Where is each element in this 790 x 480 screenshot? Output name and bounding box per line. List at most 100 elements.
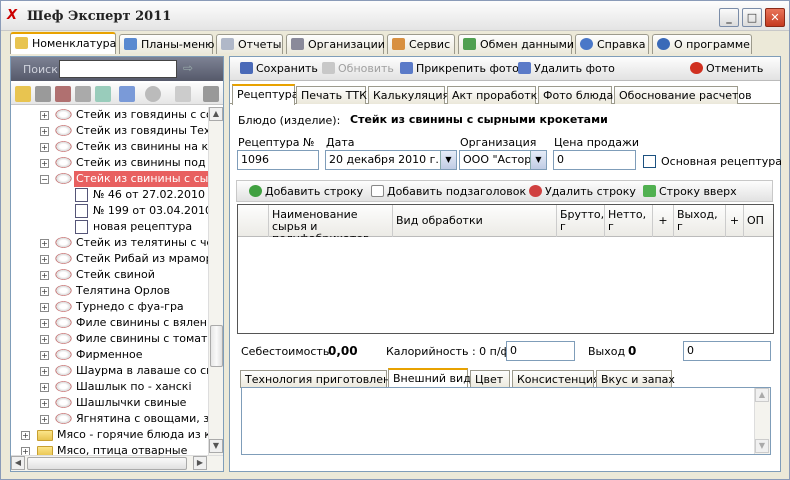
expand-icon[interactable]: + — [40, 287, 49, 296]
sale-price-label: Цена продажи — [554, 136, 640, 149]
collapse-icon[interactable]: − — [40, 175, 49, 184]
grid-col-plus-2[interactable]: + — [726, 205, 744, 237]
chevron-down-icon[interactable]: ▼ — [530, 151, 546, 169]
sale-price-field[interactable]: 0 — [553, 150, 636, 170]
chevron-down-icon[interactable]: ▼ — [440, 151, 456, 169]
tab-calculation-basis[interactable]: Обоснование расчетов — [614, 86, 752, 104]
row-up-button[interactable]: Строку вверх — [643, 185, 737, 198]
expand-icon[interactable]: + — [40, 127, 49, 136]
date-picker[interactable]: 20 декабря 2010 г. ▼ — [325, 150, 457, 170]
tab-about[interactable]: О программе — [652, 34, 752, 54]
scroll-thumb[interactable] — [210, 325, 223, 367]
expand-icon[interactable]: + — [40, 159, 49, 168]
search-go-icon[interactable]: ⇨ — [183, 61, 207, 77]
scroll-up-icon[interactable]: ▲ — [209, 107, 223, 121]
expand-icon[interactable]: + — [40, 367, 49, 376]
organization-select[interactable]: ООО "Астор" ▼ — [459, 150, 547, 170]
scroll-right-icon[interactable]: ▶ — [193, 456, 207, 470]
expand-icon[interactable]: + — [40, 383, 49, 392]
grid-col-plus-1[interactable]: + — [653, 205, 674, 237]
yield-field[interactable]: 0 — [683, 341, 771, 361]
settings-icon[interactable] — [75, 86, 91, 102]
dish-plate-icon — [55, 349, 72, 360]
tree-item-label: Стейк из свинины на кост — [76, 140, 208, 153]
copy-icon[interactable] — [95, 86, 111, 102]
tab-service[interactable]: Сервис — [387, 34, 455, 54]
recipe-number-field[interactable]: 1096 — [237, 150, 319, 170]
grid-col-yield[interactable]: Выход, г — [674, 205, 726, 237]
delete-row-button[interactable]: Удалить строку — [529, 185, 636, 198]
refresh-button[interactable]: Обновить — [322, 62, 394, 75]
grid-col-op[interactable]: ОП — [744, 205, 773, 237]
title-bar[interactable]: Х Шеф Эксперт 2011 _ □ ✕ — [1, 1, 789, 31]
tab-help[interactable]: Справка — [575, 34, 649, 54]
tab-reports[interactable]: Отчеты — [216, 34, 283, 54]
tree-horizontal-scrollbar[interactable]: ◀ ▶ — [11, 455, 223, 471]
new-recipe-icon[interactable] — [119, 86, 135, 102]
add-subheader-button[interactable]: Добавить подзаголовок — [371, 185, 526, 198]
expand-icon[interactable]: + — [40, 399, 49, 408]
tab-appearance[interactable]: Внешний вид — [388, 368, 471, 389]
expand-icon[interactable]: + — [40, 415, 49, 424]
remove-icon[interactable] — [145, 86, 161, 102]
add-folder-icon[interactable] — [15, 86, 31, 102]
main-recipe-checkbox[interactable] — [643, 155, 656, 168]
tab-dish-photo[interactable]: Фото блюда — [538, 86, 613, 104]
expand-icon[interactable]: + — [40, 271, 49, 280]
save-icon — [240, 62, 253, 74]
expand-icon[interactable]: + — [40, 303, 49, 312]
close-button[interactable]: ✕ — [765, 8, 785, 27]
expand-icon[interactable]: + — [40, 255, 49, 264]
nomenclature-panel: Поиск ⇨ + Стейк из говядины с соус + Стейк … — [10, 56, 224, 472]
hscroll-thumb[interactable] — [27, 457, 187, 470]
expand-icon[interactable]: + — [40, 351, 49, 360]
tab-consistency[interactable]: Консистенция — [512, 370, 600, 388]
scroll-down-icon[interactable]: ▼ — [209, 439, 223, 453]
dish-plate-icon — [55, 397, 72, 408]
attach-photo-button[interactable]: Прикрепить фото — [400, 62, 519, 75]
cancel-button[interactable]: Отменить — [690, 62, 763, 75]
expand-icon[interactable]: + — [40, 319, 49, 328]
tab-color[interactable]: Цвет — [470, 370, 510, 388]
delete-item-icon[interactable] — [55, 86, 71, 102]
grid-col-gross[interactable]: Брутто, г — [557, 205, 605, 237]
tab-taste-smell[interactable]: Вкус и запах — [596, 370, 675, 388]
list-view-icon[interactable] — [203, 86, 219, 102]
tab-print-ttk[interactable]: Печать ТТК — [296, 86, 367, 104]
dish-plate-icon — [55, 157, 72, 168]
expand-icon[interactable]: + — [40, 143, 49, 152]
notes-scrollbar[interactable]: ▲ ▼ — [754, 388, 770, 454]
scroll-down-icon[interactable]: ▼ — [755, 439, 769, 453]
minimize-button[interactable]: _ — [719, 8, 739, 27]
expand-icon[interactable]: + — [40, 335, 49, 344]
grid-col-processing[interactable]: Вид обработки — [393, 205, 557, 237]
tab-organizations[interactable]: Организации — [286, 34, 385, 54]
dish-plate-icon — [55, 381, 72, 392]
delete-photo-button[interactable]: Удалить фото — [518, 62, 615, 75]
tab-work-act[interactable]: Акт проработки — [447, 86, 544, 104]
tree-vertical-scrollbar[interactable]: ▲ ▼ — [208, 107, 223, 455]
tab-data-exchange[interactable]: Обмен данными — [458, 34, 574, 54]
add-row-button[interactable]: Добавить строку — [249, 185, 363, 198]
expand-icon[interactable]: + — [21, 431, 30, 440]
add-item-icon[interactable] — [35, 86, 51, 102]
tab-recipe[interactable]: Рецептура — [232, 84, 299, 105]
scroll-left-icon[interactable]: ◀ — [11, 456, 25, 470]
expand-icon[interactable]: + — [40, 239, 49, 248]
maximize-button[interactable]: □ — [742, 8, 762, 27]
tab-cooking-technology[interactable]: Технология приготовления — [240, 370, 404, 388]
tab-menu-plans[interactable]: Планы-меню — [119, 34, 214, 54]
save-button[interactable]: Сохранить — [240, 62, 318, 75]
search-input[interactable] — [59, 60, 177, 78]
tab-nomenclature[interactable]: Номенклатура — [10, 32, 116, 54]
grid-col-net[interactable]: Нетто, г — [605, 205, 653, 237]
grid-col-ingredient[interactable]: Наименование сырья и полуфабрикатов — [269, 205, 393, 237]
move-icon[interactable] — [175, 86, 191, 102]
scroll-up-icon[interactable]: ▲ — [755, 388, 769, 402]
expand-icon[interactable]: + — [21, 447, 30, 455]
description-textarea[interactable]: ▲ ▼ — [241, 387, 771, 455]
expand-icon[interactable]: + — [40, 111, 49, 120]
calories-field[interactable]: 0 — [506, 341, 575, 361]
tab-calculation[interactable]: Калькуляция — [368, 86, 449, 104]
ingredients-grid[interactable]: Наименование сырья и полуфабрикатов Вид … — [237, 204, 774, 334]
